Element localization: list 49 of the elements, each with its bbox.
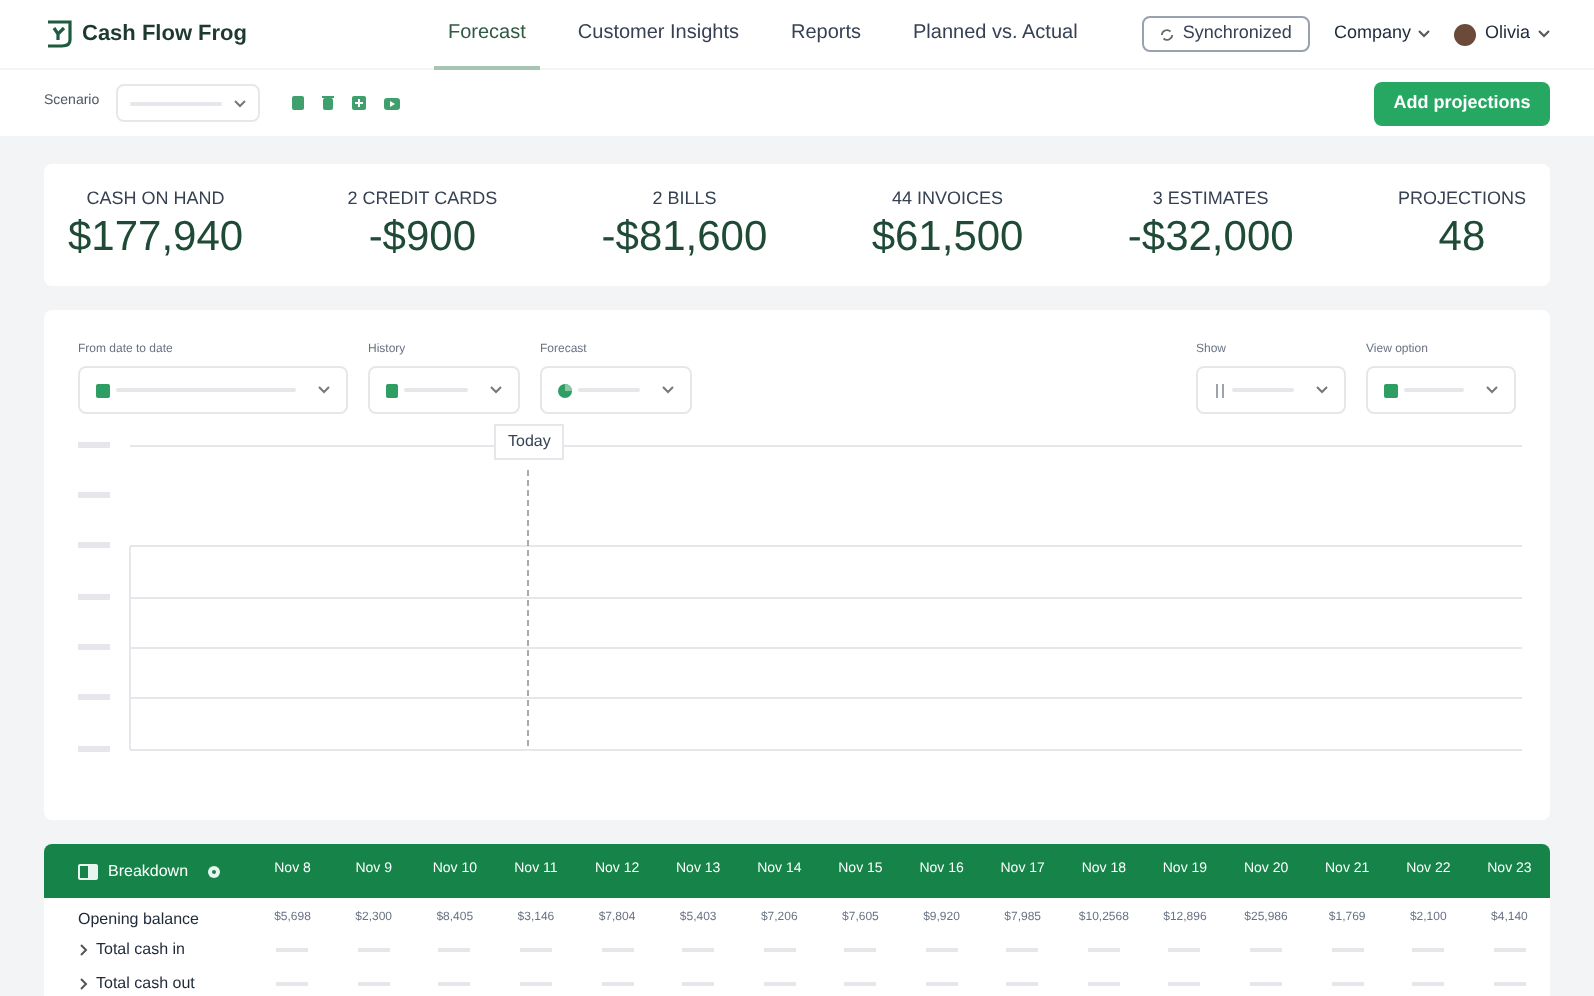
document-icon[interactable] [291,96,304,110]
company-menu[interactable]: Company [1333,20,1431,48]
row-label: Total cash in [96,937,185,961]
row-label: Total cash out [96,971,195,995]
caret-icon [1418,30,1431,38]
chevron-right-icon[interactable] [80,977,88,989]
stat-label: CASH ON HAND [86,185,225,212]
calendar-icon [96,383,110,397]
sort-icon [1214,383,1226,397]
add-icon[interactable] [351,96,366,110]
row-label: Opening balance [78,907,199,931]
stat-value: -$900 [368,212,477,265]
filter-select[interactable] [368,366,520,414]
chevron-right-icon[interactable] [80,943,88,955]
avatar [1454,23,1477,45]
stat-value: 48 [1438,212,1486,265]
breakdown-title: Breakdown [108,859,189,883]
caret-icon [233,99,246,107]
frog-logo-icon [44,18,74,50]
caret-icon [1486,386,1498,394]
stat-label: 2 CREDIT CARDS [347,185,498,212]
nav-tab[interactable]: Planned vs. Actual [899,0,1092,69]
app-name: Cash Flow Frog [82,19,247,50]
stat-value: -$81,600 [601,212,768,265]
stat-label: 44 INVOICES [892,185,1004,212]
stat-label: 2 BILLS [652,185,717,212]
stat-label: PROJECTIONS [1397,185,1526,212]
calendar-icon [1384,383,1398,397]
stat-value: $61,500 [871,212,1024,265]
play-icon[interactable] [383,97,400,109]
filter-select[interactable] [540,366,692,414]
stat-value: $177,940 [68,212,244,265]
synchronized-button[interactable]: Synchronized [1142,16,1310,52]
document-icon [386,383,398,397]
stat-value: -$32,000 [1127,212,1294,265]
nav-tab[interactable]: Reports [777,0,876,69]
trash-icon[interactable] [321,96,334,110]
caret-icon [662,386,674,394]
user-menu[interactable]: Olivia [1454,20,1550,48]
caret-icon [1538,30,1550,38]
caret-icon [1316,386,1328,394]
sync-icon [1160,27,1175,41]
caret-icon [318,386,330,394]
pie-chart-icon [558,383,572,397]
stat-label: 3 ESTIMATES [1152,185,1269,212]
filter-select[interactable] [1366,366,1516,414]
caret-icon [490,386,502,394]
nav-tab[interactable]: Customer Insights [563,0,753,69]
today-marker-label: Today [494,424,565,460]
